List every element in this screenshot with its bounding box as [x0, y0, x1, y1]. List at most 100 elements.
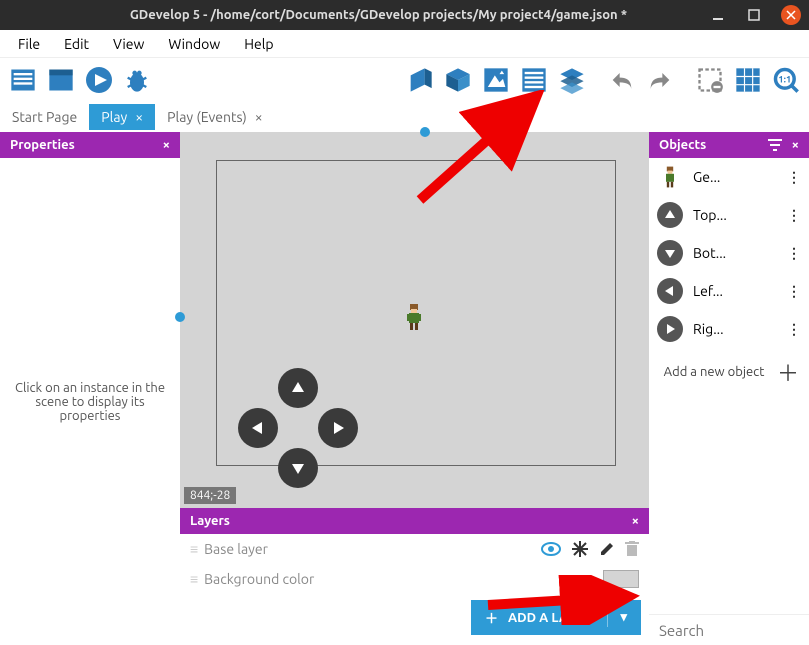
effects-icon[interactable] — [571, 540, 589, 558]
objects-list: Ge... ⋮ Top... ⋮ Bot... ⋮ Lef... ⋮ Rig..… — [649, 158, 809, 614]
zoom-button[interactable]: 1:1 — [769, 63, 803, 97]
menu-bar: File Edit View Window Help — [0, 30, 809, 58]
kebab-icon[interactable]: ⋮ — [787, 321, 801, 338]
open-layers-button[interactable] — [555, 63, 589, 97]
object-label: Top... — [693, 207, 777, 223]
tab-label: Play (Events) — [167, 109, 247, 125]
plus-icon: ＋ — [777, 356, 799, 388]
drag-handle-icon[interactable]: ≡ — [190, 571, 196, 587]
preview-button[interactable] — [82, 63, 116, 97]
tab-play[interactable]: Play × — [89, 104, 155, 130]
object-row[interactable]: Bot... ⋮ — [649, 234, 809, 272]
layers-panel: Layers × ≡ Base layer ≡ Background co — [180, 508, 649, 645]
arrow-down-icon — [657, 240, 683, 266]
close-icon[interactable]: × — [135, 109, 143, 125]
filter-icon[interactable] — [768, 139, 782, 151]
menu-file[interactable]: File — [8, 34, 50, 54]
window-title: GDevelop 5 - /home/cort/Documents/GDevel… — [48, 8, 709, 22]
scene-canvas[interactable]: 844;-28 — [180, 132, 649, 508]
window-titlebar: GDevelop 5 - /home/cort/Documents/GDevel… — [0, 0, 809, 30]
close-window-button[interactable] — [781, 5, 801, 25]
tab-label: Start Page — [12, 109, 77, 125]
object-row[interactable]: Ge... ⋮ — [649, 158, 809, 196]
properties-panel: Properties × Click on an instance in the… — [0, 132, 180, 645]
layers-panel-header: Layers × — [180, 508, 649, 534]
layer-label: Base layer — [204, 541, 268, 557]
debug-button[interactable] — [120, 63, 154, 97]
dpad-left-button[interactable] — [238, 408, 278, 448]
export-button[interactable] — [44, 63, 78, 97]
kebab-icon[interactable]: ⋮ — [787, 245, 801, 262]
open-properties-button[interactable] — [403, 63, 437, 97]
object-thumbnail — [657, 164, 683, 190]
arrow-up-icon — [657, 202, 683, 228]
add-layer-label: ADD A LAYER — [508, 611, 591, 625]
undo-button[interactable] — [605, 63, 639, 97]
tab-start-page[interactable]: Start Page — [0, 104, 89, 130]
menu-help[interactable]: Help — [234, 34, 283, 54]
object-row[interactable]: Lef... ⋮ — [649, 272, 809, 310]
layer-label: Background color — [204, 571, 314, 587]
layer-row-bgcolor[interactable]: ≡ Background color — [180, 564, 649, 594]
properties-panel-header: Properties × — [0, 132, 180, 158]
scene-editor: 844;-28 Layers × ≡ Base layer — [180, 132, 649, 645]
edit-icon[interactable] — [599, 541, 615, 557]
onscreen-dpad — [238, 368, 358, 488]
menu-window[interactable]: Window — [158, 34, 230, 54]
camera-handle[interactable] — [420, 127, 430, 137]
toggle-mask-button[interactable] — [693, 63, 727, 97]
minimize-button[interactable] — [709, 6, 727, 24]
objects-panel-header: Objects × — [649, 132, 809, 158]
tab-label: Play — [101, 109, 127, 125]
object-label: Bot... — [693, 245, 777, 261]
menu-view[interactable]: View — [103, 34, 154, 54]
cursor-coordinates: 844;-28 — [184, 487, 236, 504]
camera-handle[interactable] — [175, 312, 185, 322]
objects-panel: Objects × Ge... ⋮ Top... ⋮ Bot... ⋮ — [649, 132, 809, 645]
menu-edit[interactable]: Edit — [54, 34, 99, 54]
bg-color-swatch[interactable] — [603, 570, 639, 588]
kebab-icon[interactable]: ⋮ — [787, 283, 801, 300]
chevron-down-icon[interactable]: ▾ — [620, 610, 627, 625]
dpad-right-button[interactable] — [318, 408, 358, 448]
player-sprite[interactable] — [402, 302, 426, 332]
project-manager-button[interactable] — [6, 63, 40, 97]
search-input[interactable] — [659, 622, 809, 639]
properties-placeholder: Click on an instance in the scene to dis… — [0, 158, 180, 645]
close-icon[interactable]: × — [792, 138, 799, 152]
editor-tabs: Start Page Play × Play (Events) × — [0, 102, 809, 132]
plus-icon: ＋ — [485, 608, 498, 627]
object-label: Lef... — [693, 283, 777, 299]
dpad-up-button[interactable] — [278, 368, 318, 408]
open-objects-button[interactable] — [441, 63, 475, 97]
add-object-button[interactable]: Add a new object ＋ — [649, 348, 809, 396]
kebab-icon[interactable]: ⋮ — [787, 169, 801, 186]
object-label: Rig... — [693, 321, 777, 337]
close-icon[interactable]: × — [632, 514, 639, 528]
kebab-icon[interactable]: ⋮ — [787, 207, 801, 224]
main-toolbar: 1:1 — [0, 58, 809, 102]
layer-row[interactable]: ≡ Base layer — [180, 534, 649, 564]
arrow-right-icon — [657, 316, 683, 342]
close-icon[interactable]: × — [163, 138, 170, 152]
redo-button[interactable] — [643, 63, 677, 97]
open-objectgroups-button[interactable] — [479, 63, 513, 97]
visibility-icon[interactable] — [541, 542, 561, 556]
panel-title: Objects — [659, 138, 758, 152]
object-search — [649, 614, 809, 645]
tab-play-events[interactable]: Play (Events) × — [155, 104, 275, 130]
drag-handle-icon[interactable]: ≡ — [190, 541, 196, 557]
dpad-down-button[interactable] — [278, 448, 318, 488]
object-row[interactable]: Top... ⋮ — [649, 196, 809, 234]
add-object-label: Add a new object — [659, 365, 769, 379]
delete-icon[interactable] — [625, 541, 639, 557]
close-icon[interactable]: × — [255, 109, 263, 125]
add-layer-button[interactable]: ＋ ADD A LAYER ▾ — [471, 600, 641, 635]
arrow-left-icon — [657, 278, 683, 304]
toggle-grid-button[interactable] — [731, 63, 765, 97]
open-instances-button[interactable] — [517, 63, 551, 97]
maximize-button[interactable] — [745, 6, 763, 24]
panel-title: Properties — [10, 138, 75, 152]
svg-text:1:1: 1:1 — [778, 73, 791, 84]
object-row[interactable]: Rig... ⋮ — [649, 310, 809, 348]
